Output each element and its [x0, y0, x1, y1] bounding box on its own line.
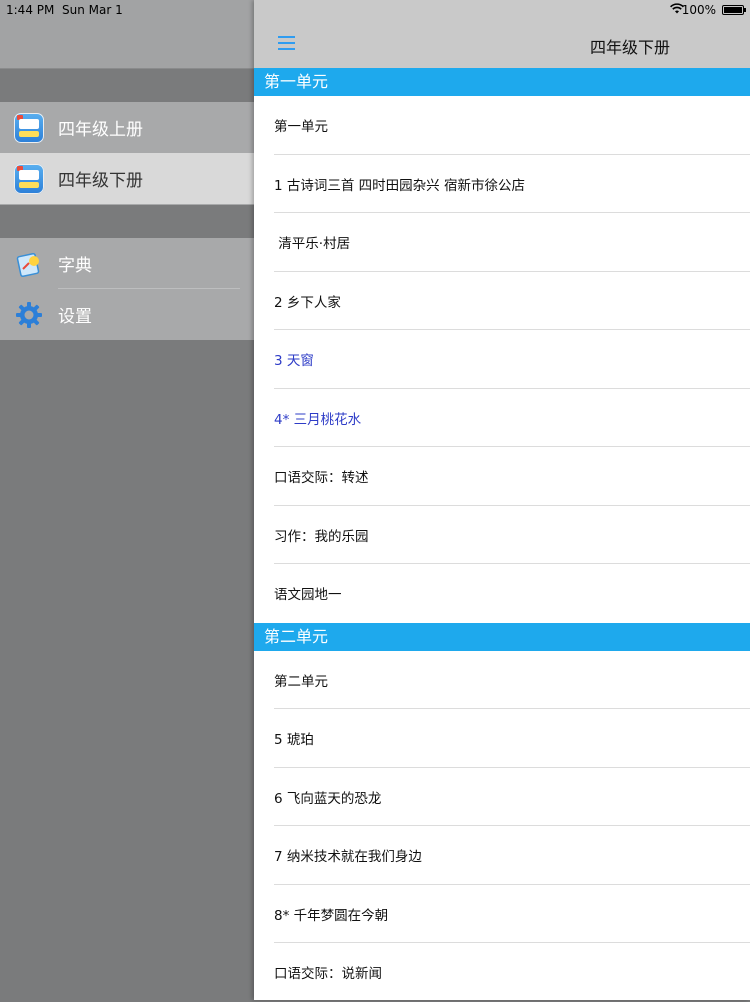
list-item-label: 5 琥珀: [274, 732, 314, 749]
list-item-label: 清平乐·村居: [274, 236, 351, 253]
battery-percentage: 100%: [681, 3, 716, 17]
sidebar-item-label: 四年级下册: [58, 171, 143, 191]
list-item-label: 口语交际：转述: [274, 470, 369, 487]
list-item[interactable]: 8* 千年梦圆在今朝: [254, 885, 750, 943]
main-panel: 四年级下册 第一单元 第一单元 1 古诗词三首 四时田园杂兴 宿新市徐公店 清平…: [254, 0, 750, 1000]
list-item[interactable]: 7 纳米技术就在我们身边: [254, 826, 750, 885]
sidebar-item-label: 四年级上册: [58, 120, 143, 140]
book-list: 四年级上册 四年级下册: [0, 102, 254, 205]
sidebar-item-label: 字典: [58, 256, 92, 276]
list-item[interactable]: 口语交际：说新闻: [254, 943, 750, 1002]
list-item[interactable]: 3 天窗: [254, 330, 750, 389]
list-item-label: 2 乡下人家: [274, 294, 341, 311]
status-bar: 1:44 PM Sun Mar 1 100%: [0, 0, 750, 20]
list-item[interactable]: 习作：我的乐园: [254, 506, 750, 564]
status-time: 1:44 PM: [6, 3, 55, 17]
list-item[interactable]: 5 琥珀: [254, 709, 750, 768]
section-header: 第一单元: [254, 68, 750, 96]
list-item-label: 1 古诗词三首 四时田园杂兴 宿新市徐公店: [274, 177, 525, 194]
list-item-label: 第一单元: [274, 119, 328, 136]
book-icon: [14, 112, 44, 143]
lesson-list: 第一单元 第一单元 1 古诗词三首 四时田园杂兴 宿新市徐公店 清平乐·村居 2…: [254, 68, 750, 1002]
sidebar-item-grade4-vol1[interactable]: 四年级上册: [0, 102, 254, 153]
sidebar-item-settings[interactable]: 设置: [0, 289, 254, 340]
list-item-label: 第二单元: [274, 673, 328, 690]
sidebar: 四年级上册 四年级下册 字典 设置: [0, 0, 254, 1000]
list-item-label: 6 飞向蓝天的恐龙: [274, 790, 382, 807]
list-item-label: 语文园地一: [274, 587, 342, 604]
battery-icon: [722, 5, 746, 15]
list-item[interactable]: 4* 三月桃花水: [254, 389, 750, 447]
list-item[interactable]: 口语交际：转述: [254, 447, 750, 506]
list-item-label: 8* 千年梦圆在今朝: [274, 907, 389, 924]
list-item-label: 口语交际：说新闻: [274, 966, 382, 983]
sidebar-item-dictionary[interactable]: 字典: [0, 238, 254, 289]
list-item-label: 习作：我的乐园: [274, 528, 369, 545]
list-item[interactable]: 1 古诗词三首 四时田园杂兴 宿新市徐公店: [254, 155, 750, 213]
list-item[interactable]: 清平乐·村居: [254, 213, 750, 272]
sidebar-item-grade4-vol2[interactable]: 四年级下册: [0, 153, 254, 204]
list-item[interactable]: 6 飞向蓝天的恐龙: [254, 768, 750, 826]
list-item[interactable]: 语文园地一: [254, 564, 750, 623]
list-item[interactable]: 2 乡下人家: [254, 272, 750, 330]
tool-list: 字典 设置: [0, 238, 254, 340]
page-title: 四年级下册: [589, 38, 670, 57]
list-item[interactable]: 第一单元: [254, 96, 750, 155]
section-header: 第二单元: [254, 622, 750, 651]
status-date: Sun Mar 1: [62, 3, 123, 17]
list-item-label: 7 纳米技术就在我们身边: [274, 849, 422, 866]
list-item[interactable]: 第二单元: [254, 651, 750, 709]
dictionary-icon: [16, 252, 40, 277]
sidebar-item-label: 设置: [58, 307, 92, 327]
book-icon: [14, 163, 44, 194]
gear-icon: [16, 301, 42, 328]
list-item-label: 3 天窗: [274, 353, 314, 370]
list-item-label: 4* 三月桃花水: [274, 411, 362, 428]
